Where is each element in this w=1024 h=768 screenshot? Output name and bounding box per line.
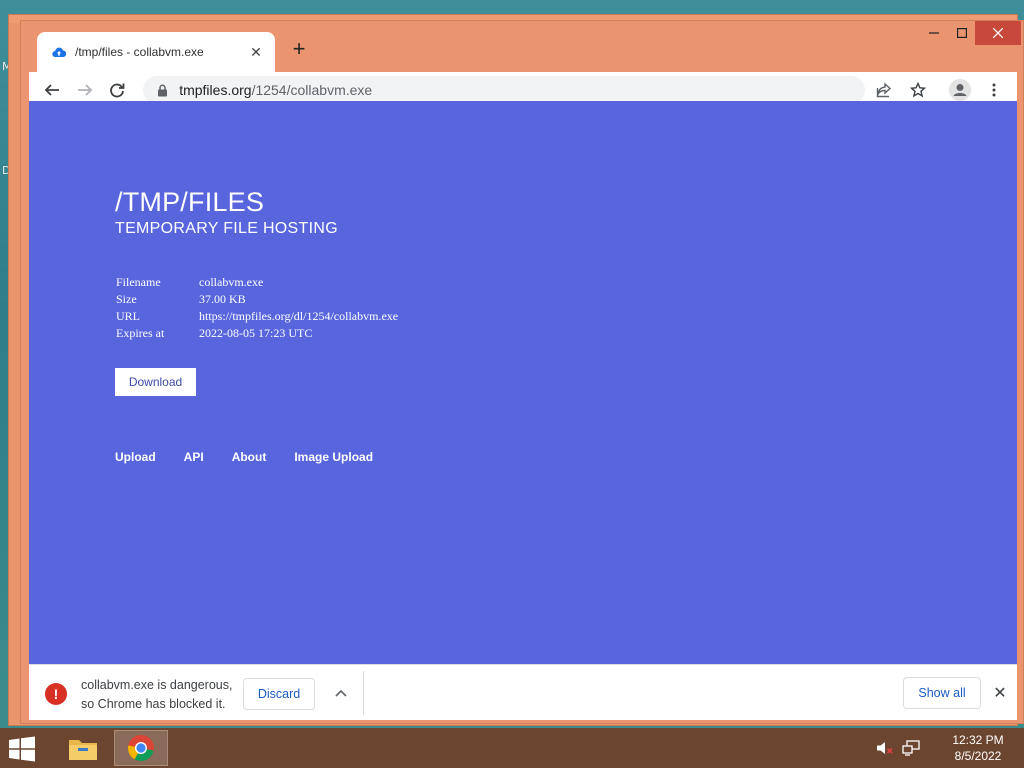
new-tab-button[interactable]: + bbox=[285, 35, 313, 63]
page-content: /TMP/FILES TEMPORARY FILE HOSTING Filena… bbox=[29, 101, 1017, 664]
clock[interactable]: 12:32 PM 8/5/2022 bbox=[932, 732, 1024, 764]
image-upload-link[interactable]: Image Upload bbox=[294, 450, 373, 464]
table-row: URL https://tmpfiles.org/dl/1254/collabv… bbox=[116, 308, 398, 325]
maximize-icon[interactable] bbox=[949, 21, 975, 45]
chrome-taskbar-icon[interactable] bbox=[114, 730, 168, 766]
url-host: tmpfiles.org bbox=[179, 82, 252, 98]
tab-title: /tmp/files - collabvm.exe bbox=[75, 45, 204, 59]
browser-titlebar[interactable]: /tmp/files - collabvm.exe ✕ + bbox=[21, 21, 1023, 72]
page-subtitle: TEMPORARY FILE HOSTING bbox=[115, 220, 338, 237]
speaker-muted-icon[interactable] bbox=[874, 737, 896, 759]
close-shelf-icon[interactable]: ✕ bbox=[989, 681, 1011, 705]
url-text: tmpfiles.org/1254/collabvm.exe bbox=[179, 82, 853, 98]
browser-window: /tmp/files - collabvm.exe ✕ + tmpfiles.o… bbox=[20, 20, 1024, 724]
system-tray: 12:32 PM 8/5/2022 bbox=[874, 728, 1024, 768]
info-key: Size bbox=[116, 292, 137, 306]
about-link[interactable]: About bbox=[232, 450, 267, 464]
page-title: /TMP/FILES bbox=[115, 187, 265, 217]
table-row: Filename collabvm.exe bbox=[116, 274, 398, 291]
download-button[interactable]: Download bbox=[115, 368, 196, 396]
network-icon[interactable] bbox=[900, 737, 922, 759]
info-value: https://tmpfiles.org/dl/1254/collabvm.ex… bbox=[199, 309, 399, 323]
cloud-upload-icon bbox=[51, 44, 67, 60]
table-row: Size 37.00 KB bbox=[116, 291, 398, 308]
minimize-icon[interactable] bbox=[919, 21, 949, 45]
windows-start-icon[interactable] bbox=[8, 736, 38, 762]
taskbar: 12:32 PM 8/5/2022 bbox=[0, 728, 1024, 768]
warning-line-1: collabvm.exe is dangerous, bbox=[81, 678, 233, 692]
info-value: 37.00 KB bbox=[199, 292, 246, 306]
warning-line-2: so Chrome has blocked it. bbox=[81, 697, 226, 711]
close-window-icon[interactable] bbox=[975, 21, 1021, 45]
info-key: Expires at bbox=[116, 326, 165, 340]
clock-date: 8/5/2022 bbox=[954, 749, 1002, 763]
upload-link[interactable]: Upload bbox=[115, 450, 156, 464]
file-explorer-taskbar-icon[interactable] bbox=[56, 730, 110, 766]
info-key: Filename bbox=[116, 275, 161, 289]
download-warning-text: collabvm.exe is dangerous, so Chrome has… bbox=[81, 676, 232, 714]
api-link[interactable]: API bbox=[184, 450, 204, 464]
show-all-button[interactable]: Show all bbox=[903, 677, 981, 709]
danger-icon: ! bbox=[45, 683, 67, 705]
clock-time: 12:32 PM bbox=[952, 733, 1004, 747]
info-value: collabvm.exe bbox=[199, 275, 264, 289]
address-bar[interactable]: tmpfiles.org/1254/collabvm.exe bbox=[143, 76, 865, 104]
info-value: 2022-08-05 17:23 UTC bbox=[199, 326, 313, 340]
tab-close-icon[interactable]: ✕ bbox=[247, 43, 265, 61]
discard-button[interactable]: Discard bbox=[243, 678, 315, 710]
file-info-table: Filename collabvm.exe Size 37.00 KB URL … bbox=[116, 274, 398, 342]
url-path: /1254/collabvm.exe bbox=[251, 82, 373, 98]
lock-icon[interactable] bbox=[155, 83, 169, 97]
download-shelf: ! collabvm.exe is dangerous, so Chrome h… bbox=[29, 664, 1017, 720]
chevron-up-icon[interactable] bbox=[329, 681, 353, 705]
active-tab[interactable]: /tmp/files - collabvm.exe ✕ bbox=[37, 32, 275, 72]
info-key: URL bbox=[116, 309, 140, 323]
shelf-divider bbox=[363, 671, 364, 715]
footer-nav: Upload API About Image Upload bbox=[115, 450, 401, 464]
table-row: Expires at 2022-08-05 17:23 UTC bbox=[116, 325, 398, 342]
